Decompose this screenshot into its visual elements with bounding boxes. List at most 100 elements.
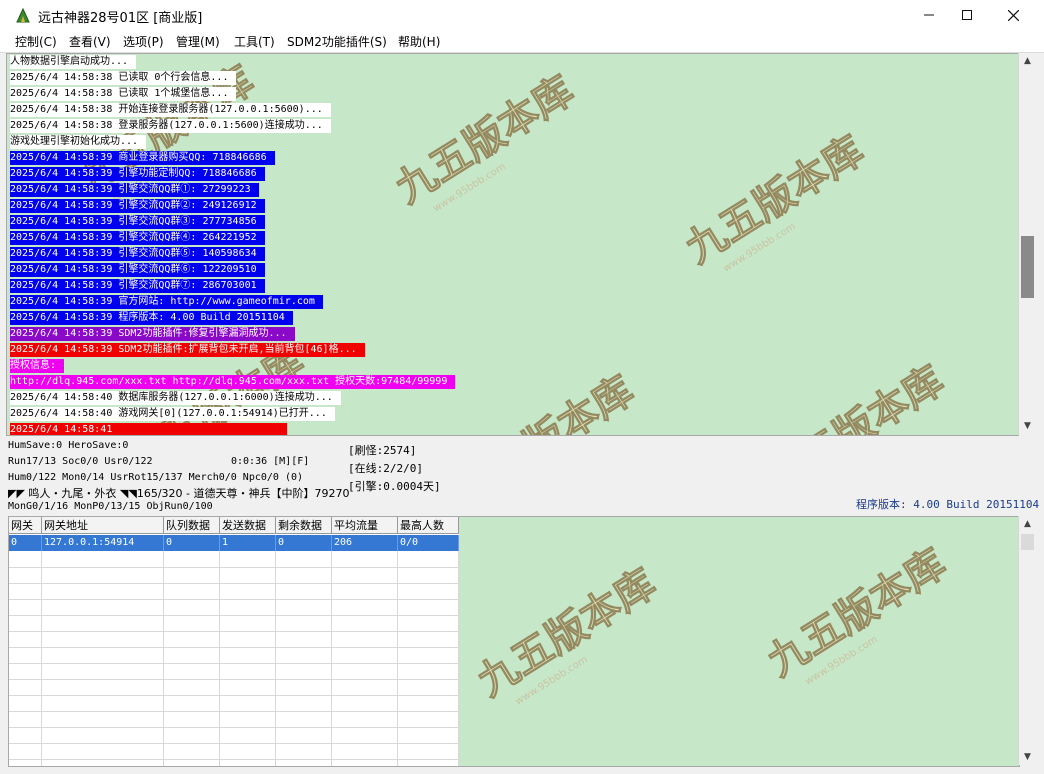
watermark-text: 九五版本库 xyxy=(758,357,952,435)
scroll-thumb[interactable] xyxy=(1021,236,1034,298)
table-cell[interactable]: 0/0 xyxy=(398,535,459,551)
grid-line xyxy=(9,663,459,664)
mon-text: MonG0/1/16 MonP0/13/15 ObjRun0/100 xyxy=(8,501,213,512)
column-header[interactable]: 发送数据 xyxy=(220,517,276,534)
watermark-url: www.95bbb.com xyxy=(513,654,589,707)
watermark-text: 九五版本库 xyxy=(678,127,872,272)
online-text: [在线:2/2/0] xyxy=(348,462,423,475)
log-line: 2025/6/4 14:58:39 SDM2功能插件:扩展背包未开启,当前背包[… xyxy=(10,343,365,357)
watermark-url: www.95bbb.com xyxy=(803,634,879,687)
grid-scroll-thumb[interactable] xyxy=(1021,534,1034,550)
watermark-text: 九五版本库 xyxy=(448,367,642,435)
log-line: 2025/6/4 14:58:40 数据库服务器(127.0.0.1:6000)… xyxy=(10,391,341,405)
scroll-down-icon[interactable]: ▼ xyxy=(1019,418,1036,434)
gateway-grid-panel: 九五版本库www.95bbb.com九五版本库www.95bbb.com九五版本… xyxy=(8,516,1020,767)
watermark-text: 九五版本库 xyxy=(470,560,664,705)
grid-line xyxy=(9,743,459,744)
title-bar: 远古神器28号01区 [商业版] xyxy=(0,0,1044,30)
menu-view[interactable]: 查看(V) xyxy=(69,33,111,50)
watermark-mark: 九五版本库www.95bbb.com xyxy=(469,560,664,708)
watermark-mark: 九五版本库www.95bbb.com xyxy=(447,367,642,435)
grid-line xyxy=(9,727,459,728)
log-line: 2025/6/4 14:58:39 引擎交流QQ群①: 27299223 xyxy=(10,183,259,197)
close-icon xyxy=(1007,9,1019,21)
table-cell[interactable]: 206 xyxy=(332,535,398,551)
menu-control[interactable]: 控制(C) xyxy=(15,33,57,50)
column-header[interactable]: 网关 xyxy=(9,517,42,534)
run-text: Run17/13 Soc0/0 Usr0/122 xyxy=(8,456,153,467)
uptime-text: 0:0:36 [M][F] xyxy=(231,456,310,467)
grid-line xyxy=(9,759,459,760)
grid-line xyxy=(9,567,459,568)
menu-manage[interactable]: 管理(M) xyxy=(176,33,220,50)
humsave-text: HumSave:0 HeroSave:0 xyxy=(8,440,129,451)
log-line: 2025/6/4 14:58:39 引擎交流QQ群⑦: 286703001 xyxy=(10,279,265,293)
table-cell[interactable]: 0 xyxy=(164,535,220,551)
column-header[interactable]: 网关地址 xyxy=(42,517,164,534)
minimize-icon xyxy=(924,14,934,16)
grid-column-line xyxy=(397,551,398,766)
gateway-table[interactable]: 网关 网关地址 队列数据 发送数据 剩余数据 平均流量 最高人数 0 127.0.0.1:54… xyxy=(9,517,459,766)
grid-scroll-down-icon[interactable]: ▼ xyxy=(1019,749,1036,765)
scroll-up-icon[interactable]: ▲ xyxy=(1019,53,1036,69)
grid-scrollbar[interactable]: ▲ ▼ xyxy=(1018,516,1037,765)
log-line: 2025/6/4 14:58:39 引擎功能定制QQ: 718846686 xyxy=(10,167,265,181)
grid-column-line xyxy=(458,551,459,766)
status-panel: HumSave:0 HeroSave:0 Run17/13 Soc0/0 Usr… xyxy=(6,437,1040,515)
menu-bar: 控制(C) 查看(V) 选项(P) 管理(M) 工具(T) SDM2功能插件(S… xyxy=(0,30,1044,53)
log-line: 人物数据引擎启动成功... xyxy=(10,55,137,69)
watermark-mark: 九五版本库www.95bbb.com xyxy=(757,357,952,435)
log-line: 2025/6/4 14:58:39 商业登录器购买QQ: 718846686 xyxy=(10,151,275,165)
app-icon xyxy=(16,7,30,23)
maximize-button[interactable] xyxy=(944,0,990,30)
log-line: 2025/6/4 14:58:39 引擎交流QQ群⑤: 140598634 xyxy=(10,247,265,261)
table-cell[interactable]: 0 xyxy=(276,535,332,551)
program-version-text: 程序版本: 4.00 Build 20151104 xyxy=(856,498,1040,511)
log-line: 2025/6/4 14:58:41 xyxy=(10,423,288,435)
column-header[interactable]: 最高人数 xyxy=(398,517,459,534)
grid-column-line xyxy=(163,551,164,766)
watermark-text: 九五版本库 xyxy=(388,67,582,212)
grid-scroll-up-icon[interactable]: ▲ xyxy=(1019,516,1036,532)
menu-sdm2-plugin[interactable]: SDM2功能插件(S) xyxy=(287,33,387,50)
column-header[interactable]: 剩余数据 xyxy=(276,517,332,534)
log-line: http://dlq.945.com/xxx.txt http://dlq.94… xyxy=(10,375,456,389)
log-line: 游戏处理引擎初始化成功... xyxy=(10,135,147,149)
watermark-mark: 九五版本库www.95bbb.com xyxy=(677,127,872,275)
log-line: 2025/6/4 14:58:38 开始连接登录服务器(127.0.0.1:56… xyxy=(10,103,331,117)
log-line: 2025/6/4 14:58:40 游戏网关[0](127.0.0.1:5491… xyxy=(10,407,335,421)
actor-text: ◤◤ 鸣人・九尾・外衣 ◥◥165/320 - 道德天尊・神兵【中阶】79270 xyxy=(8,487,350,500)
log-line: 授权信息: xyxy=(10,359,65,373)
log-scrollbar[interactable]: ▲ ▼ xyxy=(1018,53,1037,434)
grid-line xyxy=(9,631,459,632)
log-line: 2025/6/4 14:58:38 登录服务器(127.0.0.1:5600)连… xyxy=(10,119,331,133)
grid-line xyxy=(9,711,459,712)
grid-column-line xyxy=(219,551,220,766)
watermark-mark: 九五版本库www.95bbb.com xyxy=(387,67,582,215)
table-cell[interactable]: 1 xyxy=(220,535,276,551)
grid-column-line xyxy=(41,551,42,766)
grid-column-line xyxy=(275,551,276,766)
log-line: 2025/6/4 14:58:39 引擎交流QQ群⑥: 122209510 xyxy=(10,263,265,277)
table-cell[interactable]: 127.0.0.1:54914 xyxy=(42,535,164,551)
column-header[interactable]: 平均流量 xyxy=(332,517,398,534)
engine-days-text: [引擎:0.0004天] xyxy=(348,480,441,493)
log-line: 2025/6/4 14:58:38 已读取 1个城堡信息... xyxy=(10,87,237,101)
close-button[interactable] xyxy=(990,0,1036,30)
table-cell[interactable]: 0 xyxy=(9,535,42,551)
grid-line xyxy=(9,599,459,600)
menu-help[interactable]: 帮助(H) xyxy=(398,33,440,50)
grid-column-line xyxy=(331,551,332,766)
log-line: 2025/6/4 14:58:39 官方网站: http://www.gameo… xyxy=(10,295,323,309)
menu-options[interactable]: 选项(P) xyxy=(123,33,164,50)
grid-line xyxy=(9,647,459,648)
grid-line xyxy=(9,695,459,696)
log-line: 2025/6/4 14:58:39 程序版本: 4.00 Build 20151… xyxy=(10,311,293,325)
grid-line xyxy=(9,679,459,680)
log-line: 2025/6/4 14:58:39 SDM2功能插件:修复引擎漏洞成功... xyxy=(10,327,295,341)
log-line: 2025/6/4 14:58:39 引擎交流QQ群②: 249126912 xyxy=(10,199,265,213)
log-line: 2025/6/4 14:58:39 引擎交流QQ群③: 277734856 xyxy=(10,215,265,229)
log-panel[interactable]: 九五版本库 www.95bbb.com 九五版本库 www.95bbb.com 九五版本… xyxy=(6,53,1019,436)
column-header[interactable]: 队列数据 xyxy=(164,517,220,534)
menu-tools[interactable]: 工具(T) xyxy=(234,33,275,50)
